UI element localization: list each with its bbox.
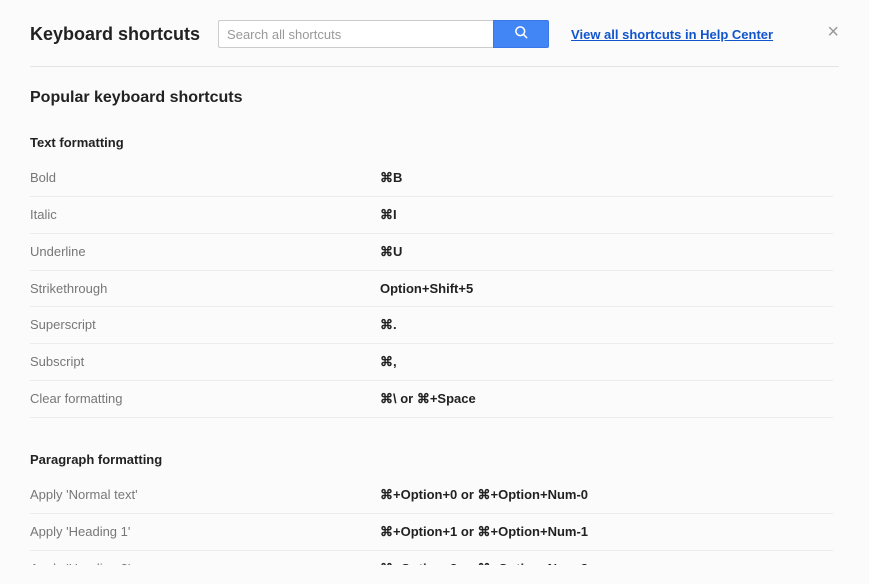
- shortcut-row: Underline⌘U: [30, 234, 833, 271]
- shortcuts-scroll-area[interactable]: Text formattingBold⌘BItalic⌘IUnderline⌘U…: [30, 125, 839, 565]
- shortcut-keys: Option+Shift+5: [380, 281, 473, 296]
- shortcut-keys: ⌘U: [380, 244, 402, 260]
- shortcut-row: Apply 'Heading 2'⌘+Option+2 or ⌘+Option+…: [30, 551, 833, 565]
- shortcut-label: Subscript: [30, 354, 380, 370]
- shortcut-row: Apply 'Heading 1'⌘+Option+1 or ⌘+Option+…: [30, 514, 833, 551]
- search-button[interactable]: [493, 20, 549, 48]
- shortcut-label: Bold: [30, 170, 380, 186]
- shortcut-keys: ⌘+Option+0 or ⌘+Option+Num-0: [380, 487, 588, 503]
- section-title: Popular keyboard shortcuts: [30, 89, 839, 107]
- shortcut-row: Subscript⌘,: [30, 344, 833, 381]
- shortcut-keys: ⌘+Option+2 or ⌘+Option+Num-2: [380, 561, 588, 565]
- shortcut-label: Italic: [30, 207, 380, 223]
- search-input[interactable]: [218, 20, 493, 48]
- search-box: [218, 20, 549, 48]
- group-heading: Text formatting: [30, 125, 833, 160]
- close-icon: ×: [827, 21, 839, 43]
- shortcut-row: Superscript⌘.: [30, 307, 833, 344]
- shortcut-keys: ⌘B: [380, 170, 402, 186]
- shortcut-keys: ⌘I: [380, 207, 397, 223]
- shortcut-row: Clear formatting⌘\ or ⌘+Space: [30, 381, 833, 418]
- shortcut-keys: ⌘\ or ⌘+Space: [380, 391, 476, 407]
- shortcut-label: Superscript: [30, 317, 380, 333]
- shortcut-row: Bold⌘B: [30, 160, 833, 197]
- shortcut-row: Apply 'Normal text'⌘+Option+0 or ⌘+Optio…: [30, 477, 833, 514]
- search-icon: [514, 25, 529, 43]
- dialog-title: Keyboard shortcuts: [30, 24, 200, 45]
- shortcut-label: Apply 'Heading 2': [30, 561, 380, 565]
- shortcut-label: Strikethrough: [30, 281, 380, 296]
- shortcut-label: Apply 'Normal text': [30, 487, 380, 503]
- close-button[interactable]: ×: [827, 22, 839, 42]
- shortcut-keys: ⌘,: [380, 354, 397, 370]
- shortcut-keys: ⌘+Option+1 or ⌘+Option+Num-1: [380, 524, 588, 540]
- shortcut-label: Underline: [30, 244, 380, 260]
- shortcut-keys: ⌘.: [380, 317, 397, 333]
- shortcut-row: StrikethroughOption+Shift+5: [30, 271, 833, 307]
- shortcut-row: Italic⌘I: [30, 197, 833, 234]
- dialog-header: Keyboard shortcuts View all shortcuts in…: [30, 20, 839, 67]
- shortcut-label: Clear formatting: [30, 391, 380, 407]
- shortcut-label: Apply 'Heading 1': [30, 524, 380, 540]
- group-heading: Paragraph formatting: [30, 442, 833, 477]
- help-center-link[interactable]: View all shortcuts in Help Center: [571, 27, 773, 42]
